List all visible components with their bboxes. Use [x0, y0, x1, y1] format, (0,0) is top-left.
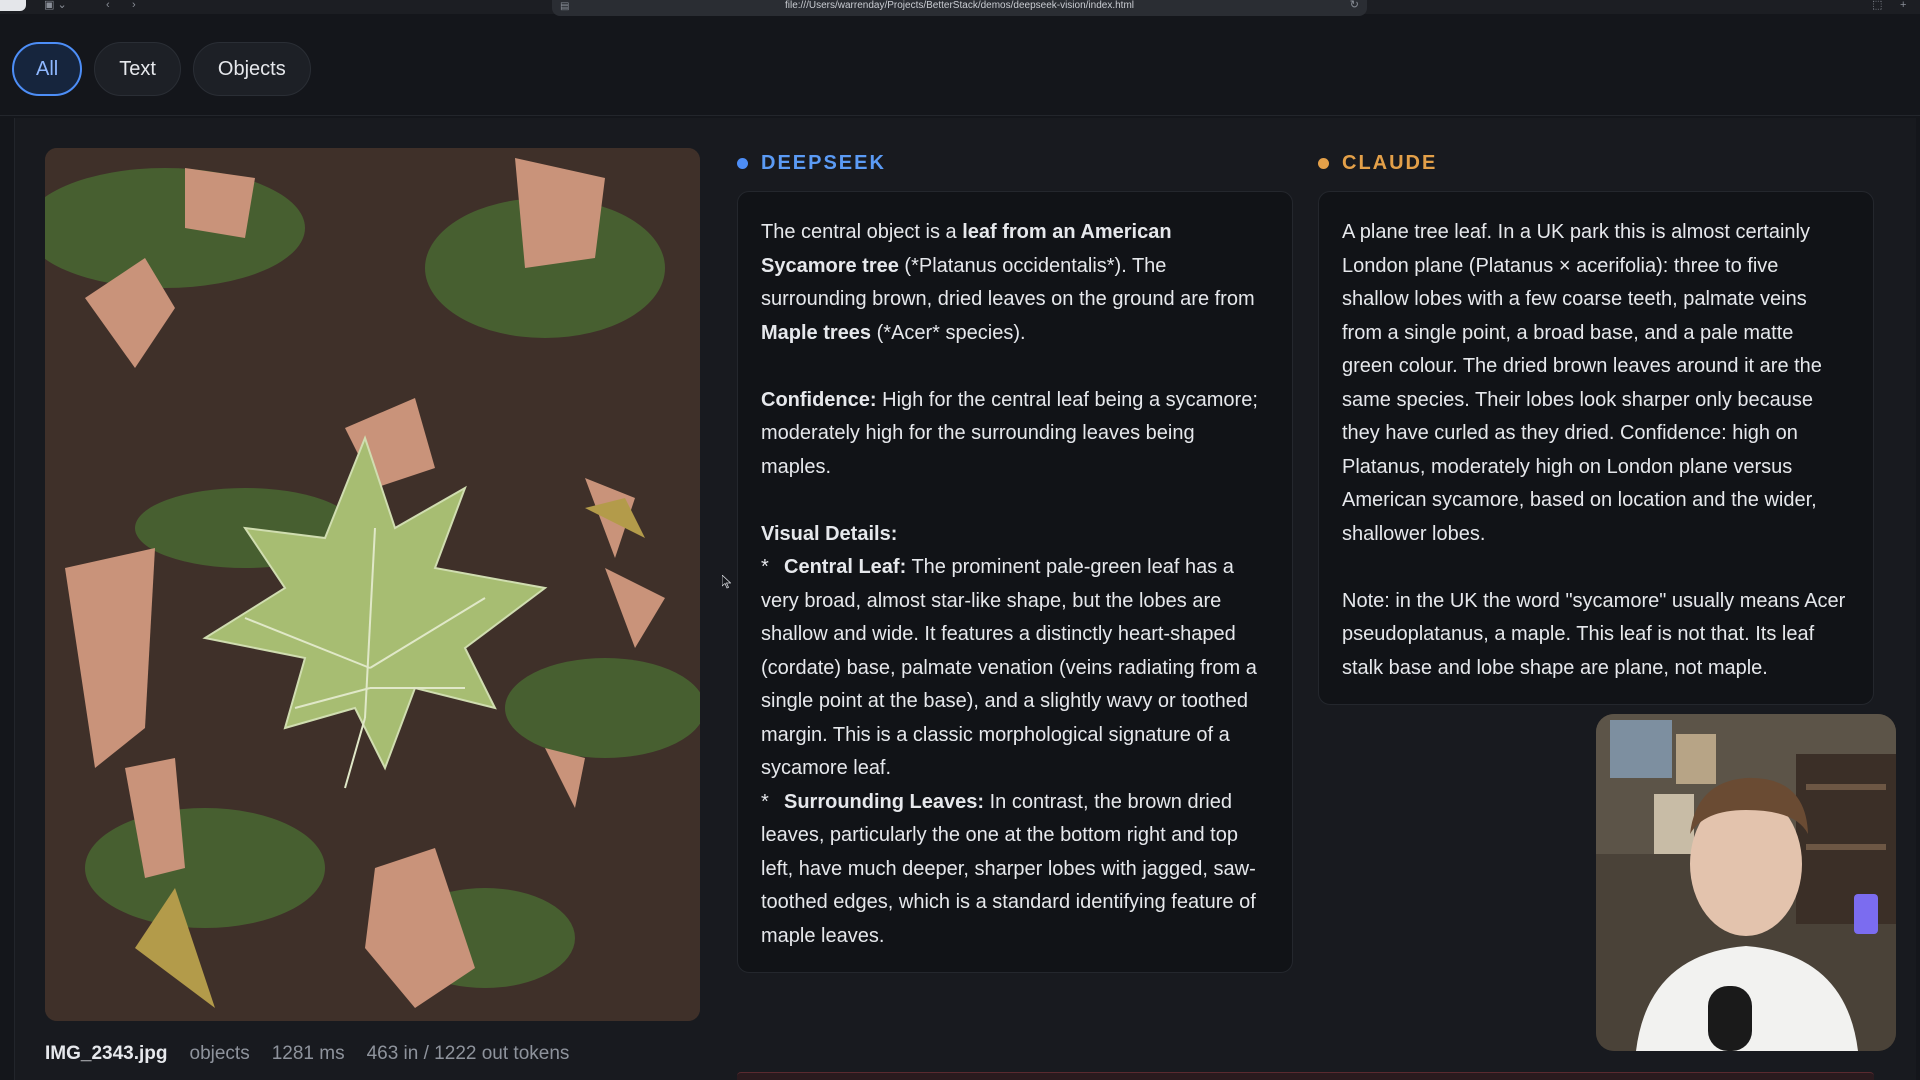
- claude-status-dot: [1318, 158, 1329, 169]
- filter-tabs: All Text Objects: [12, 42, 311, 96]
- deepseek-status-dot: [737, 158, 748, 169]
- claude-response: A plane tree leaf. In a UK park this is …: [1318, 191, 1874, 705]
- bullet-label: Central Leaf:: [784, 556, 907, 578]
- deepseek-summary: The central object is a leaf from an Ame…: [761, 216, 1269, 350]
- claude-title: CLAUDE: [1342, 152, 1438, 174]
- forward-icon[interactable]: ›: [132, 0, 136, 12]
- deepseek-bullet-central: * Central Leaf: The prominent pale-green …: [761, 551, 1269, 786]
- claude-answer: A plane tree leaf. In a UK park this is …: [1342, 221, 1822, 545]
- sidebar-toggle-icon[interactable]: [0, 0, 26, 11]
- bullet-text: In contrast, the brown dried leaves, par…: [761, 790, 1256, 947]
- summary-text: (*Acer* species).: [871, 321, 1026, 344]
- input-image: [45, 148, 700, 1021]
- bullet-text: The prominent pale-green leaf has a very…: [761, 556, 1257, 779]
- image-filename: IMG_2343.jpg: [45, 1043, 168, 1064]
- confidence-label: Confidence:: [761, 388, 877, 411]
- page-info-icon[interactable]: ▤: [560, 1, 569, 12]
- filter-objects[interactable]: Objects: [192, 42, 311, 96]
- filter-all[interactable]: All: [12, 42, 83, 96]
- image-meta: IMG_2343.jpg objects 1281 ms 463 in / 12…: [45, 1043, 569, 1065]
- reload-icon[interactable]: ↻: [1350, 0, 1359, 11]
- deepseek-details-heading: Visual Details:: [761, 518, 1269, 552]
- tab-overview-icon[interactable]: ▣ ⌄: [44, 0, 67, 12]
- next-result-edge: [737, 1072, 1874, 1080]
- claude-note: Note: in the UK the word "sycamore" usua…: [1342, 589, 1846, 679]
- deepseek-response: The central object is a leaf from an Ame…: [737, 191, 1293, 973]
- webcam-overlay: [1596, 714, 1896, 1051]
- back-icon[interactable]: ‹: [106, 0, 110, 12]
- bullet-marker: *: [761, 790, 769, 813]
- bullet-marker: *: [761, 556, 769, 578]
- summary-text: The central object is a: [761, 221, 963, 243]
- deepseek-bullet-surrounding: * Surrounding Leaves: In contrast, the br…: [761, 786, 1269, 954]
- summary-emphasis: Maple trees: [761, 321, 872, 344]
- claude-header: CLAUDE: [1318, 152, 1437, 175]
- details-label: Visual Details:: [761, 522, 898, 545]
- bullet-label: Surrounding Leaves:: [784, 790, 985, 813]
- token-count: 463 in / 1222 out tokens: [366, 1043, 570, 1064]
- url-text: file:///Users/warrenday/Projects/BetterS…: [784, 0, 1135, 11]
- address-bar[interactable]: ▤ file:///Users/warrenday/Projects/Bette…: [552, 0, 1367, 16]
- deepseek-confidence: Confidence: High for the central leaf be…: [761, 384, 1269, 485]
- filter-text[interactable]: Text: [94, 42, 181, 96]
- browser-toolbar: ▣ ⌄ ‹ › ▤ file:///Users/warrenday/Projec…: [0, 0, 1920, 16]
- share-icon[interactable]: ⬚: [1872, 0, 1882, 12]
- mode-label: objects: [189, 1043, 250, 1064]
- deepseek-header: DEEPSEEK: [737, 152, 886, 175]
- header-divider: [0, 115, 1920, 116]
- latency-label: 1281 ms: [271, 1043, 345, 1064]
- new-tab-icon[interactable]: +: [1900, 0, 1906, 12]
- deepseek-title: DEEPSEEK: [761, 152, 886, 174]
- mouse-cursor-icon: [722, 575, 731, 589]
